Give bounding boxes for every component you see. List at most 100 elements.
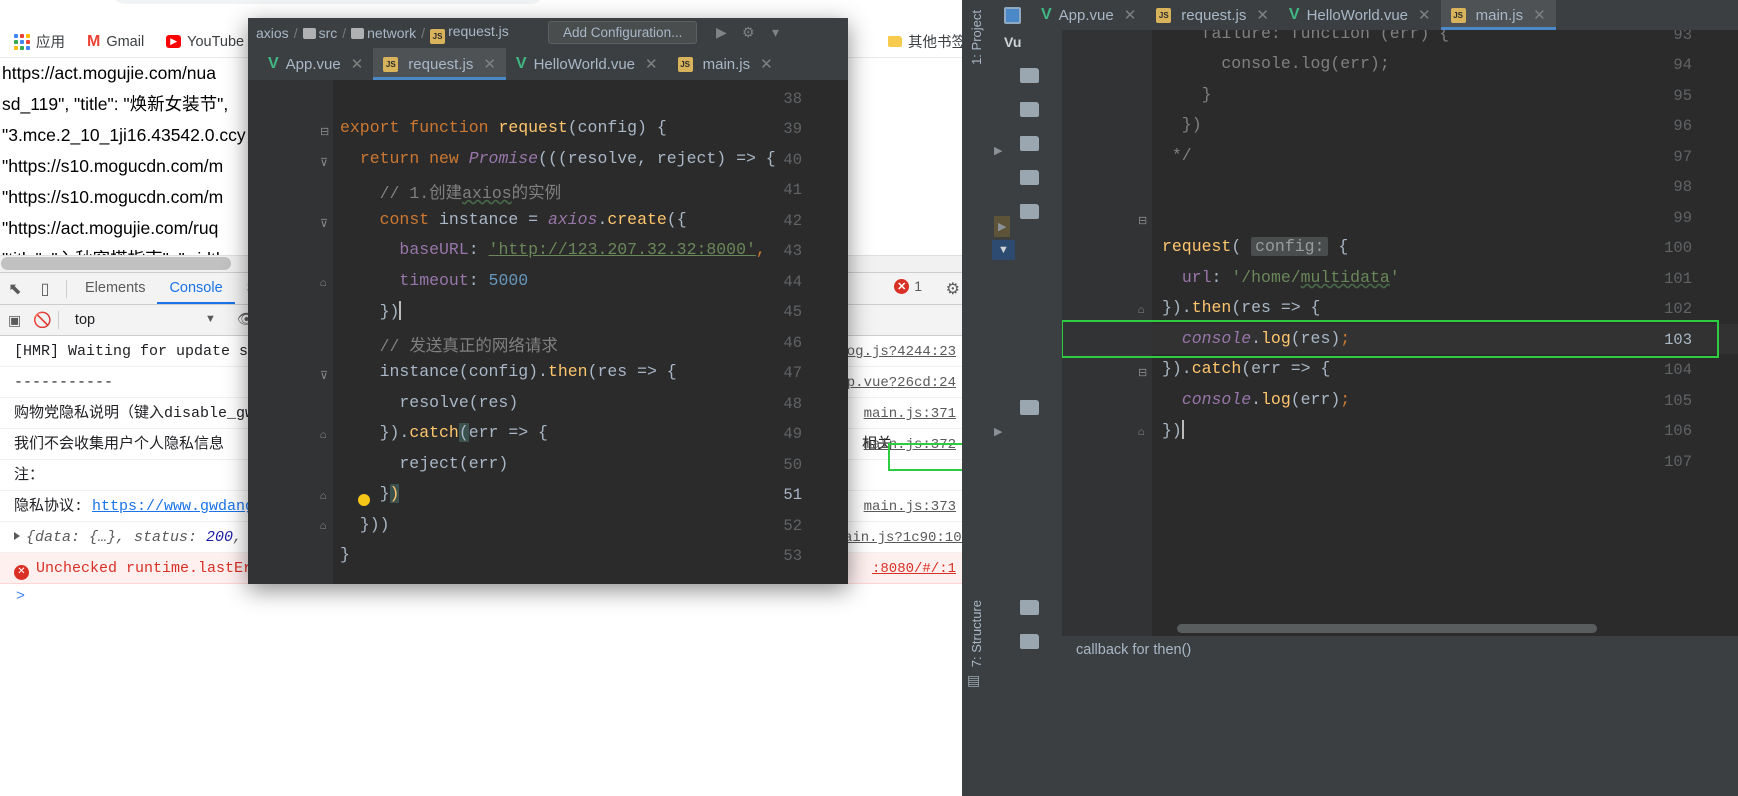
fold-marker[interactable]: ⊽ [320,369,328,383]
folder-icon [351,28,365,39]
tab-label: HelloWorld.vue [533,55,636,73]
expand-arrow-icon[interactable]: ▶ [994,425,1002,438]
tab-app-vue[interactable]: V App.vue ✕ [258,48,373,80]
breadcrumb-separator: / [421,25,426,41]
terminal-icon[interactable]: ▤ [967,672,980,689]
console-source-link[interactable]: :8080/#/:1 [872,557,956,582]
close-icon[interactable]: ✕ [1533,6,1546,24]
tool-window-project[interactable]: 1: Project [969,10,984,65]
tab-app-vue[interactable]: V App.vue ✕ [1031,0,1146,30]
close-icon[interactable]: ✕ [645,55,658,73]
code-line: } [1162,85,1212,104]
editor-layout-icon-holder[interactable] [990,0,1031,30]
breadcrumb-item-axios[interactable]: axios [256,25,289,41]
breadcrumb-item-src[interactable]: src [302,25,337,41]
chevron-down-icon[interactable]: ▼ [205,313,216,325]
editor-horizontal-scrollbar[interactable] [1177,624,1597,633]
fold-marker[interactable]: ⌂ [320,430,327,442]
more-icon[interactable]: ▾ [772,24,779,41]
folder-icon[interactable] [1020,136,1039,151]
tab-request-js[interactable]: JS request.js ✕ [373,48,506,80]
folder-icon[interactable] [1020,400,1039,415]
bookmark-gmail[interactable]: M Gmail [79,30,152,54]
line-number: 105 [1664,392,1692,410]
tab-helloworld-vue[interactable]: V HelloWorld.vue ✕ [506,48,668,80]
clear-console-icon[interactable]: 🚫 [33,311,52,329]
close-icon[interactable]: ✕ [760,55,773,73]
console-source-link[interactable]: App.vue?26cd:24 [830,371,956,396]
breadcrumb-item-network[interactable]: network [351,25,416,41]
tab-label: HelloWorld.vue [1306,6,1409,24]
add-configuration-button[interactable]: Add Configuration... [548,21,698,44]
close-icon[interactable]: ✕ [351,55,364,73]
vue-icon: V [1041,6,1052,23]
close-icon[interactable]: ✕ [483,55,496,73]
fold-marker[interactable]: ⊟ [320,125,329,139]
address-bar[interactable]: i localhost:8080/#/ ⎘ ☆ [110,0,546,4]
console-context-selector[interactable]: top [75,312,95,328]
run-icon[interactable]: ▶ [716,24,727,41]
folder-icon[interactable] [1020,600,1039,615]
console-source-link[interactable]: log.js?4244:23 [838,340,956,365]
console-source-link[interactable]: main.js?1c90:103 [836,526,970,551]
gear-icon[interactable]: ⚙ [946,279,960,299]
console-sidebar-toggle-icon[interactable]: ▣ [8,312,21,329]
debug-icon[interactable]: ⚙ [742,24,755,41]
expand-arrow-icon[interactable]: ▶ [994,144,1002,157]
fold-marker[interactable]: ⊽ [320,156,328,170]
code-line: }).then(res => { [1162,298,1321,317]
tab-helloworld-vue[interactable]: V HelloWorld.vue ✕ [1279,0,1441,30]
collapse-arrow-icon[interactable]: ▼ [992,240,1015,260]
line-number: 41 [783,181,802,199]
bookmark-apps[interactable]: 应用 [6,28,73,55]
folder-icon [888,36,902,47]
inspect-element-icon[interactable]: ⬉ [0,274,30,304]
project-tool-window[interactable]: Vu ▶ ▶ ▼ ▶ [990,30,1062,666]
fold-marker[interactable]: ⌂ [320,521,327,533]
expand-triangle-icon[interactable] [14,532,20,540]
code-line: console.log(err); [1162,54,1390,73]
breadcrumb-separator: / [293,25,298,41]
folder-icon[interactable] [1020,170,1039,185]
breadcrumb-item-requestjs[interactable]: JS request.js [430,23,509,44]
tab-main-js[interactable]: JS main.js ✕ [1440,0,1556,30]
tab-request-js[interactable]: JS request.js ✕ [1146,0,1279,30]
tab-main-js[interactable]: JS main.js ✕ [668,48,783,80]
line-number: 49 [783,425,802,443]
bookmark-youtube[interactable]: ▶ YouTube [158,31,252,53]
line-number: 104 [1664,361,1692,379]
tool-window-structure[interactable]: 7: Structure [969,600,984,667]
fold-marker[interactable]: ⊟ [1138,366,1147,380]
error-count-badge[interactable]: ✕ 1 [894,278,922,294]
bookmark-other[interactable]: 其他书签 [880,28,974,55]
code-line: }) [340,301,402,321]
tab-console[interactable]: Console [157,273,235,304]
folder-icon[interactable] [1020,68,1039,83]
folder-icon[interactable] [1020,204,1039,219]
console-source-link[interactable]: main.js:373 [864,495,956,520]
code-line: */ [1162,146,1192,165]
fold-marker[interactable]: ⌂ [320,491,327,503]
code-line: }).catch(err => { [1162,359,1331,378]
page-scrollbar-thumb[interactable] [1,257,231,270]
tab-elements[interactable]: Elements [73,273,157,304]
console-prompt[interactable]: > [0,584,1000,605]
fold-marker[interactable]: ⊽ [320,217,328,231]
folder-icon[interactable] [1020,634,1039,649]
js-file-icon: JS [1450,7,1466,23]
close-icon[interactable]: ✕ [1418,6,1431,24]
vue-icon: V [268,55,279,72]
fold-marker[interactable]: ⊟ [1138,214,1147,228]
expand-arrow-icon[interactable]: ▶ [994,216,1011,237]
close-icon[interactable]: ✕ [1124,6,1137,24]
close-icon[interactable]: ✕ [1256,6,1269,24]
fold-marker[interactable]: ⌂ [1138,305,1145,317]
device-toolbar-icon[interactable]: ▯ [30,274,60,304]
fold-marker[interactable]: ⌂ [320,278,327,290]
ide-code-editor[interactable]: 93 94 95 96 97 98 99 100 101 102 103 104… [1062,30,1738,636]
fold-marker[interactable]: ⌂ [1138,427,1145,439]
folder-icon[interactable] [1020,102,1039,117]
ide-code-editor[interactable]: 38 39 40 41 42 43 44 45 46 47 48 49 50 5… [248,80,848,584]
line-number: 50 [783,456,802,474]
console-source-link[interactable]: main.js:371 [864,402,956,427]
